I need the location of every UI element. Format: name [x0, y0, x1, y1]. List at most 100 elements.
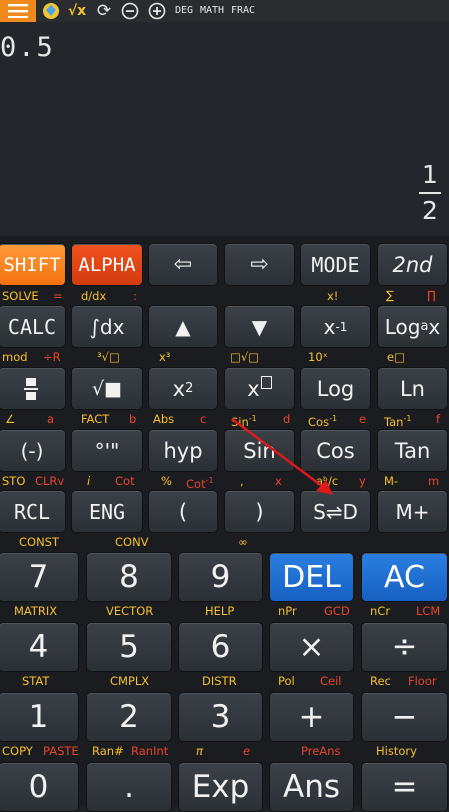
rcl-key[interactable]: RCL	[0, 490, 66, 533]
fraction-key[interactable]	[0, 367, 66, 410]
digit-6-key[interactable]: 6	[178, 622, 263, 672]
sqrt-key[interactable]: √■	[71, 367, 143, 410]
digit-1-label: 1	[28, 699, 49, 735]
digit-7-key[interactable]: 7	[0, 552, 79, 602]
preans-label: PreAns	[301, 744, 341, 758]
infinity-label: ∞	[238, 535, 248, 549]
cube-root-label: ³√□	[97, 350, 120, 364]
sin-inverse-label: Sin-1	[231, 412, 257, 429]
ln-key[interactable]: Ln	[377, 367, 448, 410]
ans-key[interactable]: Ans	[269, 762, 354, 812]
sqrt-label: √■	[91, 377, 123, 400]
cursor-down-key[interactable]: ▼	[224, 305, 295, 348]
equals-key[interactable]: =	[361, 762, 448, 812]
integral-key[interactable]: ∫dx	[71, 305, 143, 348]
digit-8-key[interactable]: 8	[86, 552, 172, 602]
clrv-label: CLRv	[35, 474, 65, 488]
var-c-label: c	[200, 412, 207, 426]
gem-icon[interactable]	[40, 0, 62, 22]
mode-deg: DEG	[175, 5, 194, 16]
shift-key[interactable]: SHIFT	[0, 243, 66, 286]
cursor-right-key[interactable]: ⇨	[224, 243, 295, 286]
square-key[interactable]: x2	[148, 367, 218, 410]
cursor-up-key[interactable]: ▲	[148, 305, 218, 348]
sqrt-x-icon[interactable]: √x	[65, 0, 89, 22]
reciprocal-key[interactable]: x -1	[300, 305, 371, 348]
ln-label: Ln	[399, 376, 425, 401]
log-base-key[interactable]: Log a x	[377, 305, 448, 348]
refresh-icon[interactable]: ⟳	[93, 0, 115, 22]
square-exponent: 2	[185, 381, 194, 396]
shift-label: SHIFT	[3, 253, 61, 276]
s-to-d-label: S⇌D	[313, 499, 358, 524]
digit-1-key[interactable]: 1	[0, 692, 79, 742]
cot-inverse-label: Cot-1	[186, 474, 214, 491]
calc-key[interactable]: CALC	[0, 305, 66, 348]
calc-label: CALC	[7, 314, 57, 339]
eng-key[interactable]: ENG	[71, 490, 143, 533]
sto-label: STO	[2, 474, 26, 488]
integral-label: ∫dx	[89, 314, 125, 339]
log-base-sub: a	[420, 319, 429, 334]
plus-key[interactable]: +	[269, 692, 354, 742]
m-plus-label: M+	[395, 499, 430, 524]
reciprocal-exponent: -1	[335, 319, 348, 334]
mode-frac: FRAC	[231, 5, 256, 16]
fraction-icon	[24, 377, 38, 400]
minus-circle-icon[interactable]	[119, 0, 141, 22]
digit-0-key[interactable]: 0	[0, 762, 79, 812]
all-clear-key[interactable]: AC	[361, 552, 448, 602]
digit-9-key[interactable]: 9	[178, 552, 263, 602]
log-key[interactable]: Log	[300, 367, 371, 410]
digit-2-key[interactable]: 2	[86, 692, 172, 742]
exp-label: Exp	[191, 769, 250, 805]
second-function-key[interactable]: 2nd	[377, 243, 448, 286]
vector-label: VECTOR	[106, 604, 154, 618]
multiply-key[interactable]: ×	[269, 622, 354, 672]
var-b-label: b	[129, 412, 137, 426]
distr-label: DISTR	[202, 674, 237, 688]
mode-math: MATH	[200, 5, 225, 16]
decimal-point-label: .	[124, 769, 134, 805]
fraction-bar	[419, 192, 441, 194]
s-to-d-key[interactable]: S⇌D	[300, 490, 371, 533]
power-key[interactable]: x	[224, 367, 295, 410]
digit-2-label: 2	[119, 699, 139, 735]
degree-minute-second-key[interactable]: °'"	[71, 429, 143, 472]
minus-key[interactable]: −	[361, 692, 448, 742]
div-remainder-label: ÷R	[43, 350, 61, 364]
digit-4-key[interactable]: 4	[0, 622, 79, 672]
plus-circle-icon[interactable]	[146, 0, 168, 22]
divide-key[interactable]: ÷	[361, 622, 448, 672]
cursor-left-key[interactable]: ⇦	[148, 243, 218, 286]
menu-icon[interactable]	[0, 0, 36, 22]
ans-label: Ans	[282, 769, 340, 805]
hyp-key[interactable]: hyp	[148, 429, 218, 472]
gcd-label: GCD	[324, 604, 350, 618]
exp-key[interactable]: Exp	[178, 762, 263, 812]
digit-3-key[interactable]: 3	[178, 692, 263, 742]
euler-label: e	[243, 744, 251, 758]
delete-label: DEL	[282, 559, 341, 595]
reciprocal-x: x	[323, 314, 336, 339]
sin-label: Sin	[243, 438, 276, 463]
square-x: x	[172, 376, 186, 401]
delete-key[interactable]: DEL	[269, 552, 354, 602]
ceil-label: Ceil	[320, 674, 342, 688]
close-paren-key[interactable]: )	[224, 490, 295, 533]
open-paren-key[interactable]: (	[148, 490, 218, 533]
m-plus-key[interactable]: M+	[377, 490, 448, 533]
sin-key[interactable]: Sin	[224, 429, 295, 472]
negate-key[interactable]: (-)	[0, 429, 66, 472]
tan-key[interactable]: Tan	[377, 429, 448, 472]
var-f-label: f	[436, 412, 441, 426]
multiply-label: ×	[298, 629, 325, 665]
digit-5-key[interactable]: 5	[86, 622, 172, 672]
cos-key[interactable]: Cos	[300, 429, 371, 472]
sin-inverse-text: Sin	[231, 414, 249, 429]
digit-6-label: 6	[210, 629, 231, 665]
pol-label: Pol	[278, 674, 295, 688]
decimal-point-key[interactable]: .	[86, 762, 172, 812]
mode-key[interactable]: MODE	[300, 243, 371, 286]
alpha-key[interactable]: ALPHA	[71, 243, 143, 286]
